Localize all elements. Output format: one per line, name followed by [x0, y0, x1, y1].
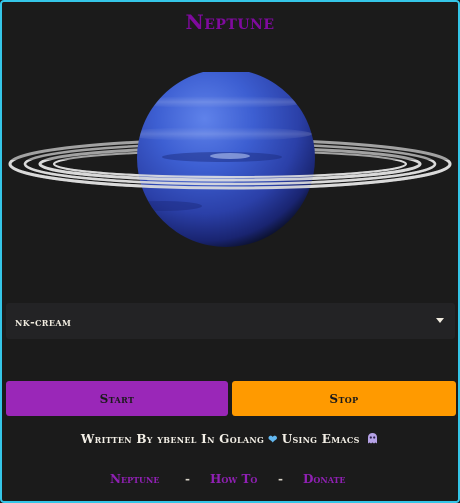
start-button[interactable]: Start — [6, 381, 228, 416]
page-title: Neptune — [185, 10, 275, 34]
footer-links: Neptune - How To - Donate — [2, 472, 458, 488]
credit-line: Written By ybenel In Golang ❤ Using Emacs — [2, 432, 458, 448]
footer-separator: - — [185, 472, 190, 486]
theme-select[interactable]: nk-cream — [6, 303, 455, 339]
footer-separator: - — [278, 472, 283, 486]
credit-text-before: Written By ybenel In Golang — [80, 432, 265, 446]
planet-image — [2, 69, 458, 272]
stop-button[interactable]: Stop — [232, 381, 456, 416]
heart-icon: ❤ — [268, 433, 278, 446]
chevron-down-icon — [436, 318, 444, 323]
footer-link-neptune[interactable]: Neptune — [110, 472, 159, 486]
footer-link-donate[interactable]: Donate — [303, 472, 346, 486]
credit-text-after: Using Emacs — [281, 432, 360, 446]
app-window: Neptune nk-cream Start Stop Written By y… — [0, 0, 460, 503]
alien-icon — [366, 432, 379, 448]
footer-link-how-to[interactable]: How To — [210, 472, 257, 486]
theme-select-value: nk-cream — [15, 316, 72, 329]
